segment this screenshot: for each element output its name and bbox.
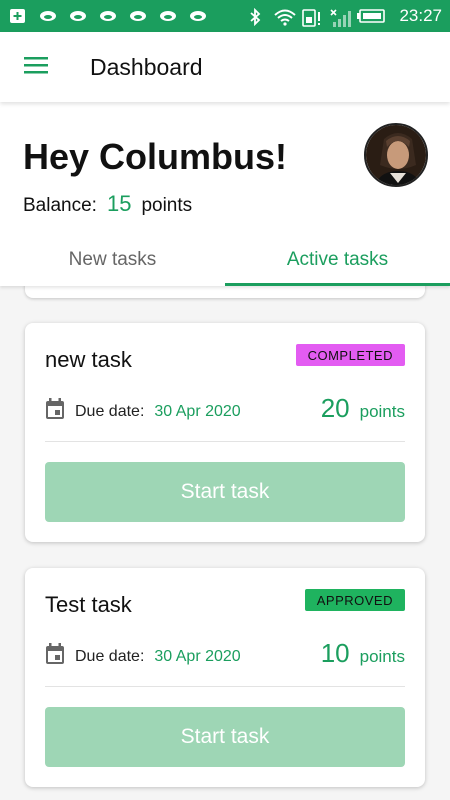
balance-row: Balance: 15 points (23, 191, 192, 217)
status-badge: COMPLETED (295, 344, 405, 366)
page-title: Dashboard (90, 53, 203, 80)
due-date-label: Due date: (75, 647, 145, 665)
task-points: 10 points (321, 638, 405, 669)
notification-icon (128, 8, 148, 24)
notification-icon (158, 8, 178, 24)
divider (45, 686, 405, 687)
bluetooth-icon (245, 7, 265, 27)
start-task-button[interactable]: Start task (45, 462, 405, 522)
status-time: 23:27 (399, 6, 442, 25)
start-task-button[interactable]: Start task (45, 707, 405, 767)
points-label: points (359, 647, 405, 666)
status-bar: 23:27 (0, 0, 450, 32)
menu-icon (23, 55, 49, 80)
due-date-label: Due date: (75, 402, 145, 420)
task-tabs: New tasks Active tasks (0, 234, 450, 286)
task-card: new task COMPLETED Due date: 30 Apr 2020… (25, 323, 425, 542)
notification-icon (98, 8, 118, 24)
notification-icon (38, 8, 58, 24)
menu-button[interactable] (6, 32, 66, 102)
balance-unit: points (141, 195, 193, 216)
task-card-partial (25, 286, 425, 298)
calendar-icon (45, 643, 65, 670)
notification-icon (188, 8, 208, 24)
due-date-row: Due date: 30 Apr 2020 (45, 643, 241, 670)
tab-active-tasks[interactable]: Active tasks (225, 234, 450, 286)
calendar-icon (45, 398, 65, 425)
signal-icon (329, 8, 352, 27)
task-list[interactable]: new task COMPLETED Due date: 30 Apr 2020… (0, 286, 450, 800)
app-bar: Dashboard (0, 32, 450, 102)
points-label: points (359, 402, 405, 421)
dashboard-header: Hey Columbus! Balance: 15 points New tas… (0, 102, 450, 286)
points-value: 20 (320, 393, 350, 423)
task-card: Test task APPROVED Due date: 30 Apr 2020… (25, 568, 425, 787)
task-points: 20 points (321, 393, 405, 424)
balance-label: Balance: (23, 195, 97, 216)
notification-icon (68, 8, 88, 24)
sim-icon (301, 8, 321, 27)
status-badge: APPROVED (304, 589, 405, 611)
due-date-value: 30 Apr 2020 (154, 647, 241, 665)
points-value: 10 (320, 638, 350, 668)
wifi-icon (273, 8, 297, 26)
due-date-row: Due date: 30 Apr 2020 (45, 398, 241, 425)
task-title: new task (45, 347, 132, 372)
tab-new-tasks[interactable]: New tasks (0, 234, 225, 286)
greeting-heading: Hey Columbus! (23, 136, 288, 177)
avatar[interactable] (364, 123, 428, 187)
balance-value: 15 (106, 191, 132, 216)
task-title: Test task (45, 592, 132, 617)
due-date-value: 30 Apr 2020 (154, 402, 241, 420)
add-box-icon (8, 8, 28, 24)
divider (45, 441, 405, 442)
battery-icon (357, 8, 387, 24)
